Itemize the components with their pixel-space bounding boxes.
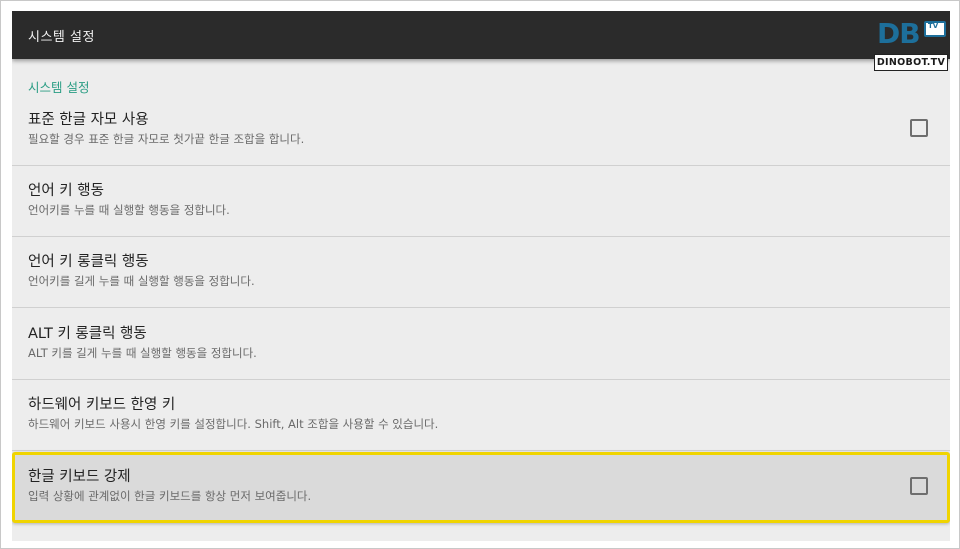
logo-wordmark: DINOBOT.TV (874, 54, 948, 71)
category-header: 시스템 설정 (28, 80, 90, 95)
pref-summary: 입력 상황에 관계없이 한글 키보드를 항상 먼저 보여줍니다. (28, 489, 312, 503)
pref-title: ALT 키 롱클릭 행동 (28, 326, 147, 342)
pref-title: 하드웨어 키보드 한영 키 (28, 397, 176, 413)
pref-title: 언어 키 롱클릭 행동 (28, 254, 149, 270)
pref-language-key-action[interactable]: 언어 키 행동 언어키를 누를 때 실행할 행동을 정합니다. (12, 166, 950, 237)
pref-language-key-longclick[interactable]: 언어 키 롱클릭 행동 언어키를 길게 누를 때 실행할 행동을 정합니다. (12, 237, 950, 308)
pref-hardware-hanyeong-key[interactable]: 하드웨어 키보드 한영 키 하드웨어 키보드 사용시 한영 키를 설정합니다. … (12, 380, 950, 451)
logo-letters: DB (877, 17, 921, 50)
pref-summary: 필요할 경우 표준 한글 자모로 첫가끝 한글 조합을 합니다. (28, 132, 305, 146)
settings-screen: 시스템 설정 시스템 설정 표준 한글 자모 사용 필요할 경우 표준 한글 자… (12, 11, 950, 541)
pref-force-hangul-keyboard[interactable]: 한글 키보드 강제 입력 상황에 관계없이 한글 키보드를 항상 먼저 보여줍니… (12, 452, 950, 523)
pref-title: 표준 한글 자모 사용 (28, 112, 149, 128)
pref-title: 한글 키보드 강제 (28, 469, 131, 485)
pref-summary: 언어키를 누를 때 실행할 행동을 정합니다. (28, 203, 230, 217)
pref-summary: 언어키를 길게 누를 때 실행할 행동을 정합니다. (28, 274, 255, 288)
dinobot-logo: DB TV DINOBOT.TV (874, 19, 948, 73)
standard-jamo-checkbox[interactable] (910, 119, 928, 137)
tv-icon: TV (924, 21, 946, 37)
pref-title: 언어 키 행동 (28, 183, 104, 199)
action-bar-title: 시스템 설정 (28, 30, 95, 45)
force-hangul-checkbox[interactable] (910, 477, 928, 495)
action-bar: 시스템 설정 (12, 11, 950, 59)
screenshot-frame: 시스템 설정 시스템 설정 표준 한글 자모 사용 필요할 경우 표준 한글 자… (0, 0, 960, 549)
pref-alt-key-longclick[interactable]: ALT 키 롱클릭 행동 ALT 키를 길게 누를 때 실행할 행동을 정합니다… (12, 309, 950, 380)
pref-standard-jamo[interactable]: 표준 한글 자모 사용 필요할 경우 표준 한글 자모로 첫가끝 한글 조합을 … (12, 95, 950, 166)
pref-summary: ALT 키를 길게 누를 때 실행할 행동을 정합니다. (28, 346, 257, 360)
logo-tv-text: TV (928, 22, 939, 30)
pref-summary: 하드웨어 키보드 사용시 한영 키를 설정합니다. Shift, Alt 조합을… (28, 417, 439, 431)
